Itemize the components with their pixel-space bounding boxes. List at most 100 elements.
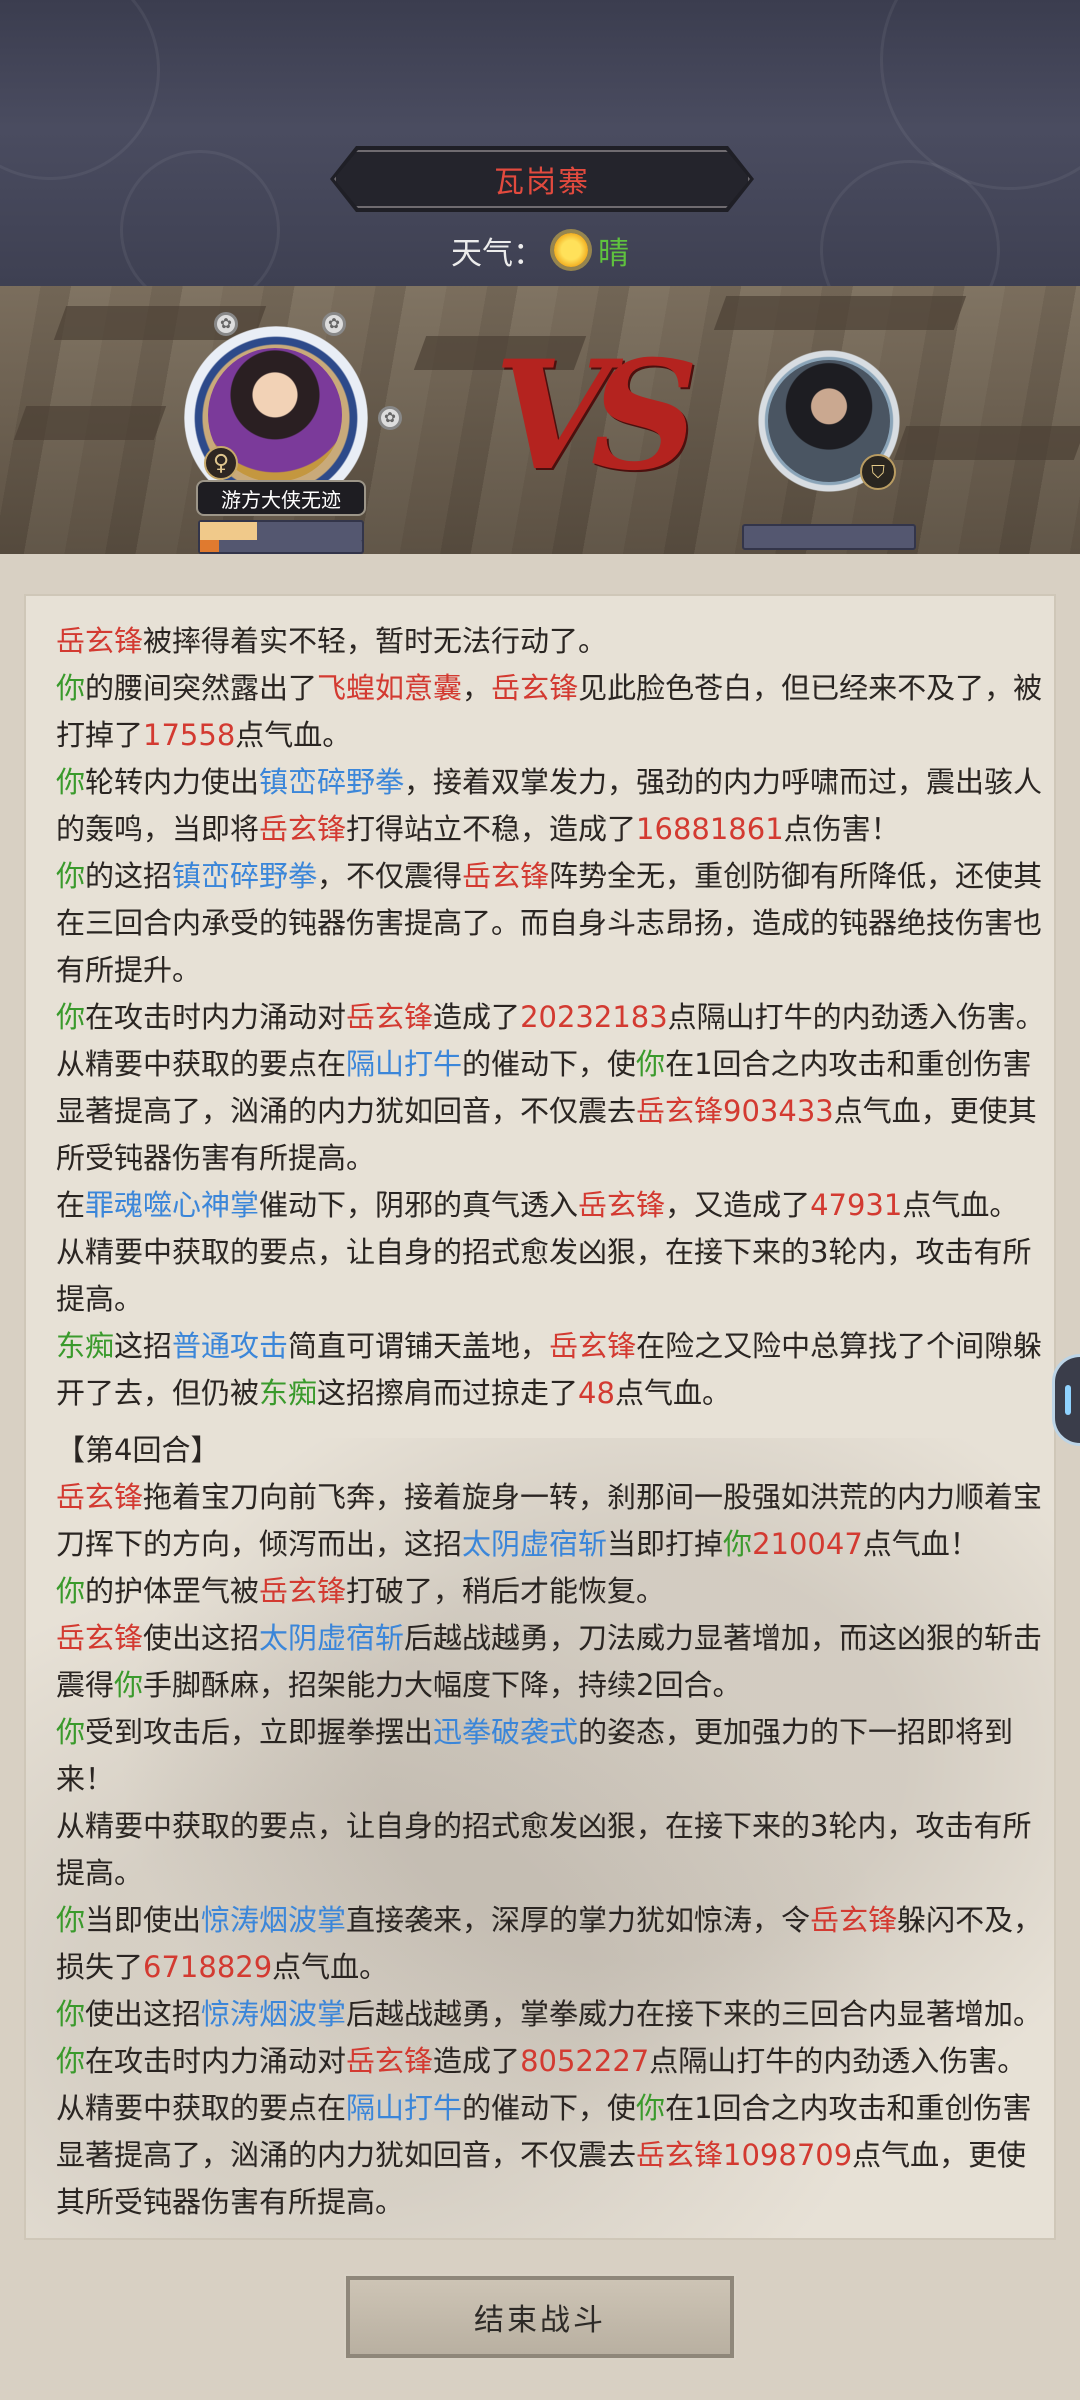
log-text-segment: 受到攻击后，立即握拳摆出	[85, 1715, 434, 1749]
log-text-segment: 17558	[143, 718, 236, 752]
log-text-segment: 打得站立不稳，造成了	[346, 812, 637, 846]
log-text-segment: 当即打掉	[607, 1527, 724, 1561]
weather-value: 晴	[598, 235, 629, 272]
battle-log-content: 岳玄锋被摔得着实不轻，暂时无法行动了。 你的腰间突然露出了飞蝗如意囊，岳玄锋见此脸…	[56, 618, 1046, 2226]
log-text-segment: 打破了，稍后才能恢复。	[346, 1574, 666, 1608]
log-text-segment: 催动下，阴邪的真气透入	[259, 1188, 579, 1222]
log-text-segment: 这招	[114, 1329, 173, 1363]
log-text-segment: 迅拳破袭式	[433, 1715, 579, 1749]
scenery-roof	[13, 406, 167, 440]
log-text-segment: 你	[56, 765, 86, 799]
buff-icon: ✿	[378, 406, 402, 430]
log-text-segment: 点气血。	[902, 1188, 1019, 1222]
log-text-segment: ，不仅震得	[317, 859, 463, 893]
log-text-segment: 使出这招	[85, 1997, 202, 2031]
log-text-segment: 惊涛烟波掌	[201, 1997, 347, 2031]
log-text-segment: 你	[56, 671, 86, 705]
header-decoration	[0, 0, 160, 180]
log-entry: 你在攻击时内力涌动对岳玄锋造成了20232183点隔山打牛的内劲透入伤害。	[56, 994, 1046, 1041]
player-energy-bar	[198, 540, 364, 554]
log-text-segment: 你	[636, 2091, 666, 2125]
log-text-segment: 你	[636, 1047, 666, 1081]
log-text-segment: ，又造成了	[665, 1188, 811, 1222]
log-entry: 你的这招镇峦碎野拳，不仅震得岳玄锋阵势全无，重创防御有所降低，还使其在三回合内承…	[56, 853, 1046, 994]
log-entry: 你受到攻击后，立即握拳摆出迅拳破袭式的姿态，更加强力的下一招即将到来！	[56, 1709, 1046, 1803]
log-text-segment: 你	[56, 1903, 86, 1937]
log-text-segment: 太阴虚宿斩	[462, 1527, 608, 1561]
player-energy-fill	[200, 540, 220, 552]
log-text-segment: 轮转内力使出	[85, 765, 260, 799]
log-text-segment: 210047	[752, 1527, 863, 1561]
log-text-segment: 使出这招	[143, 1621, 260, 1655]
log-text-segment: 你	[56, 1574, 86, 1608]
log-text-segment: 你	[114, 1668, 144, 1702]
log-text-segment: 太阴虚宿斩	[259, 1621, 405, 1655]
log-text-segment: 点气血。	[614, 1376, 731, 1410]
log-text-segment: 东痴	[259, 1376, 318, 1410]
log-entry: 在罪魂噬心神掌催动下，阴邪的真气透入岳玄锋，又造成了47931点气血。	[56, 1182, 1046, 1229]
log-text-segment: 的这招	[85, 859, 173, 893]
log-text-segment: 的腰间突然露出了	[85, 671, 318, 705]
header: 瓦岗寨 天气： 晴	[0, 0, 1080, 286]
log-text-segment: 48	[578, 1376, 615, 1410]
log-text-segment: 点伤害！	[783, 812, 900, 846]
log-text-segment: 从精要中获取的要点，让自身的招式愈发凶狠，在接下来的3轮内，攻击有所提高。	[56, 1809, 1032, 1890]
log-entry: 你轮转内力使出镇峦碎野拳，接着双掌发力，强劲的内力呼啸而过，震出骇人的轰鸣，当即…	[56, 759, 1046, 853]
log-text-segment: 的催动下，使	[462, 2091, 637, 2125]
versus-emblem: VS	[494, 328, 699, 504]
log-entry: 你的腰间突然露出了飞蝗如意囊，岳玄锋见此脸色苍白，但已经来不及了，被打掉了175…	[56, 665, 1046, 759]
log-text-segment: 在	[56, 1188, 86, 1222]
battle-log[interactable]: 岳玄锋被摔得着实不轻，暂时无法行动了。 你的腰间突然露出了飞蝗如意囊，岳玄锋见此脸…	[24, 594, 1056, 2240]
log-entry: 从精要中获取的要点，让自身的招式愈发凶狠，在接下来的3轮内，攻击有所提高。	[56, 1803, 1046, 1897]
weather-indicator: 天气： 晴	[0, 224, 1080, 276]
log-text-segment: 岳玄锋	[549, 1329, 637, 1363]
buff-icon: ✿	[322, 312, 346, 336]
log-text-segment: 你	[56, 1000, 86, 1034]
scenery-roof	[893, 426, 1080, 460]
log-text-segment: 在攻击时内力涌动对	[85, 1000, 347, 1034]
log-text-segment: 的催动下，使	[462, 1047, 637, 1081]
log-text-segment: 从精要中获取的要点，让自身的招式愈发凶狠，在接下来的3轮内，攻击有所提高。	[56, 1235, 1032, 1316]
log-entry: 你使出这招惊涛烟波掌后越战越勇，掌拳威力在接下来的三回合内显著增加。	[56, 1991, 1046, 2038]
shield-icon: ⛉	[860, 454, 896, 490]
location-plate: 瓦岗寨	[330, 146, 754, 212]
log-text-segment: 后越战越勇，掌拳威力在接下来的三回合内显著增加。	[346, 1997, 1043, 2031]
scenery-roof	[713, 296, 967, 330]
buff-icon: ✿	[214, 312, 238, 336]
log-text-segment: 镇峦碎野拳	[172, 859, 318, 893]
log-text-segment: 直接袭来，深厚的掌力犹如惊涛，令	[346, 1903, 811, 1937]
log-text-segment: 你	[56, 1997, 86, 2031]
log-text-segment: 20232183	[520, 1000, 668, 1034]
log-text-segment: 点气血。	[272, 1950, 389, 1984]
log-text-segment: 岳玄锋	[810, 1903, 898, 1937]
log-entry: 从精要中获取的要点在隔山打牛的催动下，使你在1回合之内攻击和重创伤害显著提高了，…	[56, 2085, 1046, 2226]
log-text-segment: 8052227	[520, 2044, 650, 2078]
log-text-segment: 从精要中获取的要点在	[56, 1047, 347, 1081]
log-text-segment: 简直可谓铺天盖地，	[288, 1329, 550, 1363]
log-entry: 从精要中获取的要点，让自身的招式愈发凶狠，在接下来的3轮内，攻击有所提高。	[56, 1229, 1046, 1323]
log-entry: 岳玄锋被摔得着实不轻，暂时无法行动了。	[56, 618, 1046, 665]
log-text-segment: 岳玄锋	[346, 2044, 434, 2078]
log-text-segment: 东痴	[56, 1329, 115, 1363]
log-text-segment: 罪魂噬心神掌	[85, 1188, 260, 1222]
log-entry: 你的护体罡气被岳玄锋打破了，稍后才能恢复。	[56, 1568, 1046, 1615]
log-text-segment: 手脚酥麻，招架能力大幅度下降，持续2回合。	[143, 1668, 742, 1702]
log-text-segment: 47931	[810, 1188, 903, 1222]
log-text-segment: 岳玄锋	[259, 812, 347, 846]
end-battle-button[interactable]: 结束战斗	[344, 2274, 736, 2360]
log-entry: 从精要中获取的要点在隔山打牛的催动下，使你在1回合之内攻击和重创伤害显著提高了，…	[56, 1041, 1046, 1182]
log-text-segment: 岳玄锋	[578, 1188, 666, 1222]
sun-icon	[554, 233, 588, 267]
location-name: 瓦岗寨	[494, 165, 590, 200]
log-text-segment: 在攻击时内力涌动对	[85, 2044, 347, 2078]
log-text-segment: 岳玄锋	[259, 1574, 347, 1608]
female-gender-icon: ♀	[204, 446, 238, 480]
log-entry: 东痴这招普通攻击简直可谓铺天盖地，岳玄锋在险之又险中总算找了个间隙躲开了去，但仍…	[56, 1323, 1046, 1417]
log-entry: 岳玄锋使出这招太阴虚宿斩后越战越勇，刀法威力显著增加，而这凶狠的斩击震得你手脚酥…	[56, 1615, 1046, 1709]
log-text-segment: 普通攻击	[172, 1329, 289, 1363]
log-text-segment: 岳玄锋	[56, 1480, 144, 1514]
log-text-segment: 造成了	[433, 1000, 521, 1034]
log-text-segment: 惊涛烟波掌	[201, 1903, 347, 1937]
log-text-segment: 从精要中获取的要点在	[56, 2091, 347, 2125]
side-drawer-handle[interactable]	[1052, 1354, 1080, 1446]
